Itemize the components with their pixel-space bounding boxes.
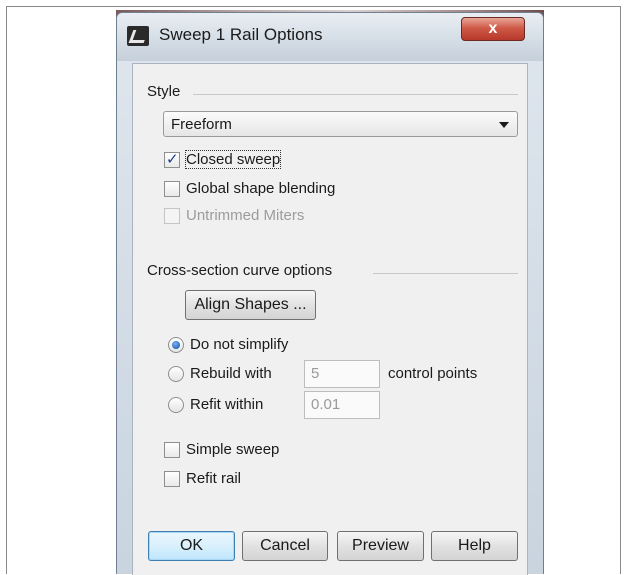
- untrimmed-miters-label: Untrimmed Miters: [186, 207, 305, 224]
- check-icon: ✓: [166, 151, 179, 168]
- cancel-button[interactable]: Cancel: [242, 531, 328, 561]
- style-dropdown[interactable]: Freeform: [163, 111, 518, 137]
- simple-sweep-box[interactable]: [164, 442, 180, 458]
- style-group-label: Style: [147, 83, 187, 100]
- title-bar[interactable]: Sweep 1 Rail Options x: [117, 13, 543, 61]
- cross-section-group-label: Cross-section curve options: [147, 262, 339, 279]
- radio-do-not-simplify-label: Do not simplify: [190, 336, 289, 353]
- chevron-down-icon: [499, 122, 509, 128]
- help-button[interactable]: Help: [431, 531, 518, 561]
- dialog-client-area: Style Freeform ✓ Closed sweep Global sha…: [132, 63, 528, 575]
- style-group-label-text: Style: [147, 83, 181, 100]
- cross-section-group-label-text: Cross-section curve options: [147, 262, 333, 279]
- global-shape-blending-label: Global shape blending: [186, 180, 336, 197]
- app-icon: [127, 26, 149, 46]
- closed-sweep-box[interactable]: ✓: [164, 151, 180, 168]
- window-title: Sweep 1 Rail Options: [159, 25, 323, 44]
- radio-rebuild-with-circle[interactable]: [168, 366, 184, 382]
- radio-refit-within-label: Refit within: [190, 396, 264, 413]
- simple-sweep-label: Simple sweep: [186, 441, 280, 458]
- cross-section-group-divider: [373, 273, 518, 274]
- sweep-options-dialog: Sweep 1 Rail Options x Style Freeform ✓ …: [116, 12, 544, 575]
- rebuild-points-field[interactable]: 5: [304, 360, 380, 388]
- ok-button[interactable]: OK: [148, 531, 235, 561]
- radio-selected-dot: [172, 341, 180, 349]
- closed-sweep-label: Closed sweep: [184, 150, 282, 169]
- radio-rebuild-with-label: Rebuild with: [190, 365, 272, 382]
- refit-tolerance-field[interactable]: 0.01: [304, 391, 380, 419]
- style-group-divider: [193, 94, 518, 95]
- refit-rail-label: Refit rail: [186, 470, 242, 487]
- align-shapes-button[interactable]: Align Shapes ...: [185, 290, 316, 320]
- preview-button[interactable]: Preview: [337, 531, 424, 561]
- global-shape-blending-box[interactable]: [164, 181, 180, 197]
- style-dropdown-value: Freeform: [171, 116, 232, 133]
- radio-refit-within-circle[interactable]: [168, 397, 184, 413]
- radio-do-not-simplify-circle[interactable]: [168, 337, 184, 353]
- untrimmed-miters-box: [164, 208, 180, 224]
- control-points-label: control points: [388, 365, 478, 382]
- refit-rail-box[interactable]: [164, 471, 180, 487]
- close-icon[interactable]: x: [461, 17, 525, 41]
